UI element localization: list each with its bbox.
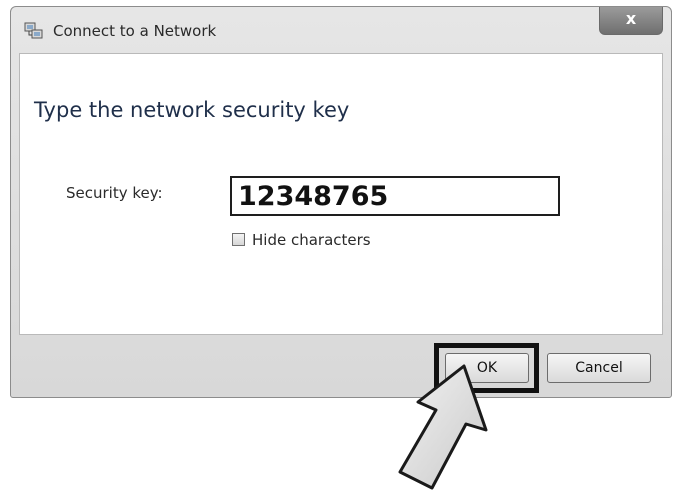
connect-network-dialog: Connect to a Network x Type the network … — [10, 6, 672, 398]
pointer-arrow-icon — [398, 364, 488, 490]
security-key-label: Security key: — [66, 184, 163, 202]
close-icon: x — [625, 9, 637, 28]
window-title: Connect to a Network — [53, 22, 217, 40]
dialog-footer: OK Cancel — [11, 335, 671, 397]
page-title: Type the network security key — [34, 98, 350, 122]
cancel-button[interactable]: Cancel — [547, 353, 651, 383]
close-button[interactable]: x — [599, 7, 663, 35]
hide-characters-label: Hide characters — [252, 231, 371, 249]
security-key-input[interactable] — [230, 176, 560, 216]
title-bar: Connect to a Network x — [11, 7, 671, 53]
network-connection-icon — [24, 22, 43, 39]
hide-characters-checkbox[interactable] — [232, 233, 245, 246]
dialog-content: Type the network security key Security k… — [19, 53, 663, 335]
